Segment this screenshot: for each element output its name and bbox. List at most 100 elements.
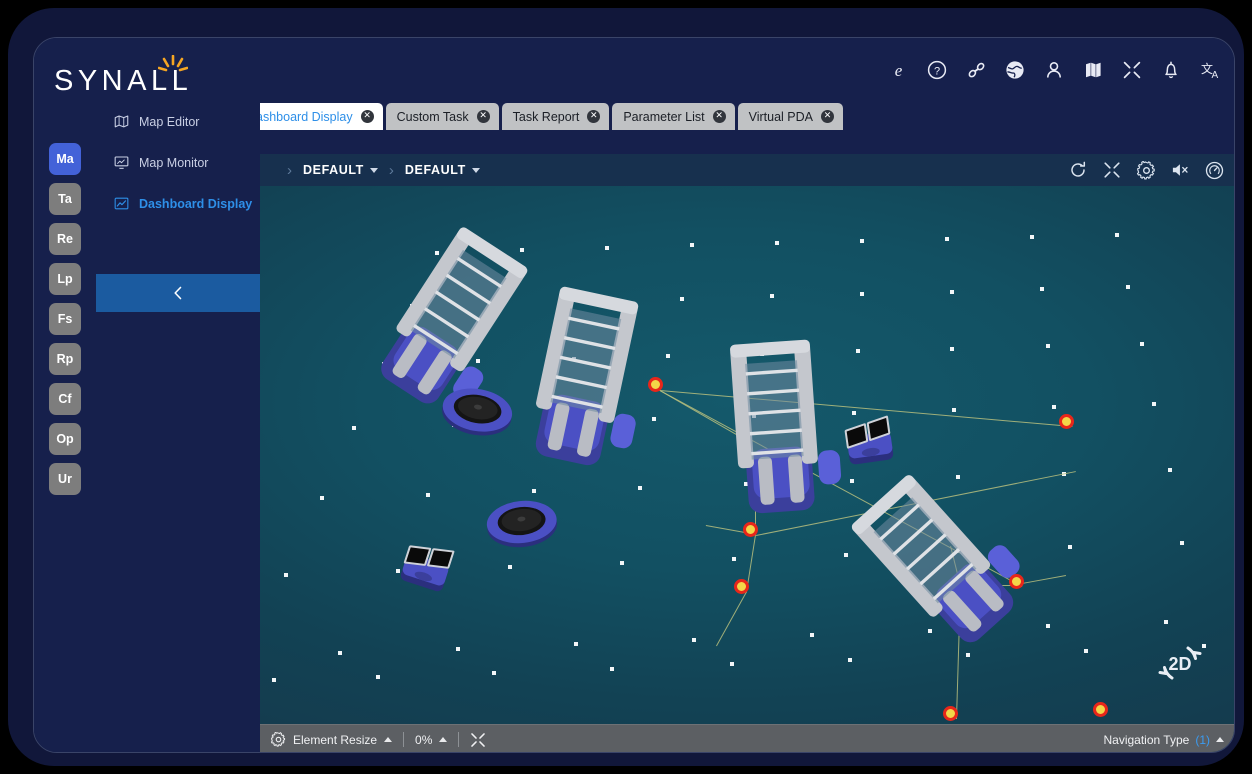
rack-carrier-3[interactable] bbox=[693, 331, 856, 536]
breadcrumb-item-label: DEFAULT bbox=[303, 163, 364, 177]
route-path bbox=[716, 591, 747, 646]
grid-dot bbox=[652, 417, 656, 421]
logo-spark-icon bbox=[158, 55, 188, 72]
breadcrumb-item-1[interactable]: DEFAULT bbox=[405, 163, 480, 177]
station-marker[interactable] bbox=[1059, 414, 1074, 429]
browser-e-icon[interactable]: e bbox=[886, 58, 910, 82]
tab-custom-task[interactable]: Custom Task ✕ bbox=[385, 103, 499, 130]
grid-dot bbox=[620, 561, 624, 565]
viewport-toolbar[interactable]: Element Resize 0% Navigation Type (1) bbox=[260, 724, 1234, 752]
breadcrumb-item-label: DEFAULT bbox=[404, 163, 466, 177]
gear-icon[interactable] bbox=[1136, 160, 1156, 180]
link-chain-icon[interactable] bbox=[964, 58, 988, 82]
zoom-level-control[interactable]: 0% bbox=[404, 733, 458, 747]
station-marker[interactable] bbox=[648, 377, 663, 392]
refresh-icon[interactable] bbox=[1068, 160, 1088, 180]
speaker-mute-icon[interactable] bbox=[1170, 160, 1190, 180]
zoom-level-label: 0% bbox=[415, 732, 433, 747]
tab-bar[interactable]: Dashboard Display ✕ Custom Task ✕ Task Repor… bbox=[236, 100, 843, 130]
grid-dot bbox=[952, 408, 956, 412]
station-marker[interactable] bbox=[734, 579, 749, 594]
rail-item-rp[interactable]: Rp bbox=[49, 343, 81, 375]
breadcrumb-item-0[interactable]: DEFAULT bbox=[303, 163, 378, 177]
brand-logo: SYNALL bbox=[54, 55, 239, 97]
grid-dot bbox=[730, 662, 734, 666]
sidebar-item-map-monitor[interactable]: Map Monitor bbox=[96, 142, 260, 183]
rail-item-re[interactable]: Re bbox=[49, 223, 81, 255]
sidebar-item-dashboard-display[interactable]: Dashboard Display bbox=[96, 183, 260, 224]
station-marker[interactable] bbox=[743, 522, 758, 537]
sidebar-menu[interactable]: Map Editor Map Monitor Dashboard Display bbox=[96, 101, 260, 752]
grid-dot bbox=[1040, 287, 1044, 291]
tab-close-icon[interactable]: ✕ bbox=[712, 110, 726, 123]
grid-dot bbox=[692, 638, 696, 642]
tab-label: Task Report bbox=[512, 109, 580, 124]
scene-viewport[interactable]: 2D bbox=[260, 186, 1234, 724]
breadcrumb[interactable]: › DEFAULT › DEFAULT bbox=[260, 162, 480, 179]
station-marker[interactable] bbox=[1093, 702, 1108, 717]
grid-dot bbox=[638, 486, 642, 490]
station-marker[interactable] bbox=[1009, 574, 1024, 589]
grid-dot bbox=[284, 573, 288, 577]
collapse-arrows-icon[interactable] bbox=[1120, 58, 1144, 82]
sidebar-item-label: Map Editor bbox=[139, 114, 200, 129]
tab-task-report[interactable]: Task Report ✕ bbox=[501, 103, 610, 130]
tray-robot-2[interactable] bbox=[836, 412, 906, 481]
view-mode-2d-toggle[interactable]: 2D bbox=[1154, 637, 1206, 689]
rail-item-ma[interactable]: Ma bbox=[49, 143, 81, 175]
sidebar-item-map-editor[interactable]: Map Editor bbox=[96, 101, 260, 142]
grid-dot bbox=[945, 237, 949, 241]
rail-item-lp[interactable]: Lp bbox=[49, 263, 81, 295]
navigation-type-label: Navigation Type bbox=[1103, 732, 1190, 747]
translate-icon[interactable]: 文 A bbox=[1198, 58, 1222, 82]
grid-dot bbox=[574, 642, 578, 646]
screen: SYNALL e ? 文 A Dashboard Display ✕ Custo… bbox=[33, 37, 1235, 753]
sidebar-menu-items[interactable]: Map Editor Map Monitor Dashboard Display bbox=[96, 101, 260, 224]
rail-item-cf[interactable]: Cf bbox=[49, 383, 81, 415]
rail-item-ur[interactable]: Ur bbox=[49, 463, 81, 495]
tab-close-icon[interactable]: ✕ bbox=[476, 110, 490, 123]
station-marker[interactable] bbox=[943, 706, 958, 721]
grid-dot bbox=[1115, 233, 1119, 237]
rail-item-ta[interactable]: Ta bbox=[49, 183, 81, 215]
globe-icon[interactable] bbox=[1003, 58, 1027, 82]
element-resize-control[interactable]: Element Resize bbox=[260, 732, 403, 747]
rail-item-op[interactable]: Op bbox=[49, 423, 81, 455]
grid-dot bbox=[775, 241, 779, 245]
stage-icon-bar[interactable] bbox=[1068, 154, 1224, 186]
map-book-icon[interactable] bbox=[1081, 58, 1105, 82]
module-rail[interactable]: Ma Ta Re Lp Fs Rp Cf Op Ur bbox=[34, 101, 96, 752]
tab-close-icon[interactable]: ✕ bbox=[587, 110, 601, 123]
chart-icon bbox=[114, 196, 129, 211]
breadcrumb-separator: › bbox=[388, 161, 394, 179]
grid-dot bbox=[1046, 624, 1050, 628]
user-icon[interactable] bbox=[1042, 58, 1066, 82]
header-icon-bar[interactable]: e ? 文 A bbox=[886, 56, 1222, 84]
grid-dot bbox=[426, 493, 430, 497]
tab-virtual-pda[interactable]: Virtual PDA ✕ bbox=[737, 103, 843, 130]
rack-carrier-4[interactable] bbox=[819, 446, 1061, 691]
map-edit-icon bbox=[114, 114, 129, 129]
grid-dot bbox=[1030, 235, 1034, 239]
collapse-arrows-icon[interactable] bbox=[1102, 160, 1122, 180]
help-circle-icon[interactable]: ? bbox=[925, 58, 949, 82]
grid-dot bbox=[1126, 285, 1130, 289]
tray-robot-1[interactable] bbox=[387, 533, 465, 610]
chevron-down-icon bbox=[369, 167, 378, 173]
navigation-type-control[interactable]: Navigation Type (1) bbox=[1103, 733, 1224, 747]
gear-icon bbox=[271, 732, 286, 747]
grid-dot bbox=[860, 292, 864, 296]
tab-close-icon[interactable]: ✕ bbox=[821, 110, 834, 123]
fit-screen-icon bbox=[471, 732, 486, 747]
tab-parameter-list[interactable]: Parameter List ✕ bbox=[612, 103, 735, 130]
gauge-icon[interactable] bbox=[1204, 160, 1224, 180]
breadcrumb-bar: › DEFAULT › DEFAULT bbox=[260, 154, 1234, 186]
chevron-left-icon bbox=[174, 286, 182, 300]
rail-item-fs[interactable]: Fs bbox=[49, 303, 81, 335]
fit-screen-button[interactable] bbox=[459, 732, 497, 748]
sidebar-collapse-button[interactable] bbox=[96, 274, 260, 312]
bell-icon[interactable] bbox=[1159, 58, 1183, 82]
tab-close-icon[interactable]: ✕ bbox=[360, 110, 374, 123]
disc-robot-2[interactable] bbox=[482, 492, 562, 556]
grid-dot bbox=[1084, 649, 1088, 653]
